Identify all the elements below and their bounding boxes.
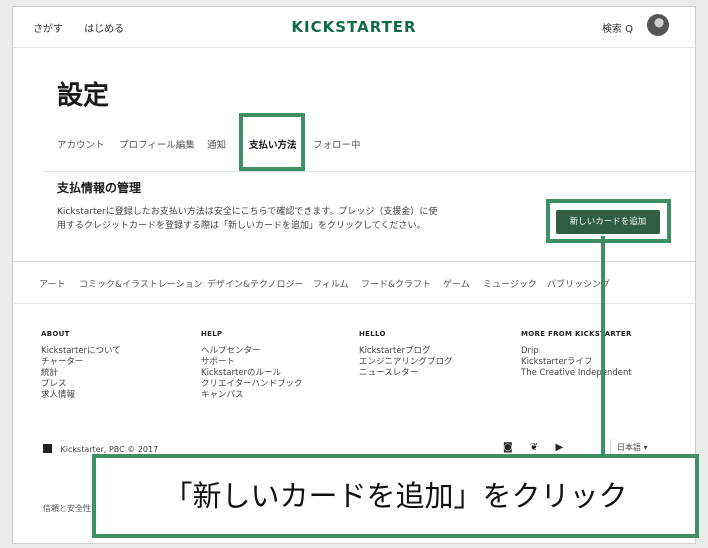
divider [13, 261, 695, 262]
category-link[interactable]: アート [39, 277, 65, 290]
footer-link[interactable]: Drip [521, 346, 632, 357]
footer-link[interactable]: ヘルプセンター [201, 346, 303, 357]
avatar[interactable] [647, 14, 669, 36]
highlight-box-tab [239, 113, 305, 171]
twitter-icon[interactable]: ❦ [530, 442, 538, 453]
footer-column-heading: HELP [201, 330, 223, 338]
footer-link[interactable]: ニュースレター [359, 368, 453, 379]
footer-column-heading: ABOUT [41, 330, 70, 338]
tab-notifications[interactable]: 通知 [207, 137, 226, 151]
instruction-callout: 「新しいカードを追加」をクリック [92, 454, 699, 538]
youtube-icon[interactable]: ▶ [555, 442, 563, 453]
category-link[interactable]: ゲーム [443, 277, 470, 290]
category-link[interactable]: ミュージック [483, 277, 537, 290]
copyright: Kickstarter, PBC © 2017 [43, 444, 158, 454]
tab-account[interactable]: アカウント [57, 137, 105, 151]
footer-link[interactable]: クリエイターハンドブック [201, 379, 303, 390]
social-links: ◙ ❦ ▶ [503, 442, 577, 453]
divider [13, 303, 695, 304]
footer-column-heading: HELLO [359, 330, 386, 338]
description-line: Kickstarterに登録したお支払い方法は安全にこちらで確認できます。プレッ… [57, 207, 438, 217]
footer-column-hello: HELLO Kickstarterブログ エンジニアリングブログ ニュースレター [359, 329, 453, 379]
tab-following[interactable]: フォロー中 [313, 137, 361, 151]
footer-link[interactable]: Kickstarterのルール [201, 368, 303, 379]
category-link[interactable]: フード&クラフト [361, 277, 431, 290]
footer-link[interactable]: チャーター [41, 357, 121, 368]
footer-link[interactable]: Kickstarterライフ [521, 357, 632, 368]
footer-column-help: HELP ヘルプセンター サポート Kickstarterのルール クリエイター… [201, 329, 303, 401]
footer-link[interactable]: Kickstarterについて [41, 346, 121, 357]
page-title: 設定 [57, 81, 110, 111]
footer-column-heading: MORE FROM KICKSTARTER [521, 330, 632, 338]
footer-link[interactable]: プレス [41, 379, 121, 390]
footer-link[interactable]: キャンパス [201, 390, 303, 401]
search-button[interactable]: 検索 Q [602, 20, 633, 35]
kickstarter-logo[interactable]: KICKSTARTER [13, 18, 695, 36]
footer-column-more: MORE FROM KICKSTARTER Drip Kickstarterライ… [521, 329, 632, 379]
footer-link[interactable]: 統計 [41, 368, 121, 379]
copyright-text: Kickstarter, PBC © 2017 [60, 445, 159, 454]
tab-edit-profile[interactable]: プロフィール編集 [119, 137, 195, 151]
trust-safety-link[interactable]: 信頼と安全性 [43, 503, 91, 514]
footer-link[interactable]: サポート [201, 357, 303, 368]
footer-column-about: ABOUT Kickstarterについて チャーター 統計 プレス 求人情報 [41, 329, 121, 401]
kickstarter-k-icon [43, 444, 52, 453]
payment-description: Kickstarterに登録したお支払い方法は安全にこちらで確認できます。プレッ… [57, 205, 457, 233]
description-line: 用するクレジットカードを登録する際は「新しいカードを追加」をクリックしてください… [57, 221, 426, 231]
highlight-box-button [546, 199, 671, 243]
footer-link[interactable]: Kickstarterブログ [359, 346, 453, 357]
divider [43, 171, 695, 172]
section-heading: 支払情報の管理 [57, 181, 142, 195]
footer-link[interactable]: 求人情報 [41, 390, 121, 401]
category-link[interactable]: コミック&イラストレーション [79, 277, 203, 290]
category-link[interactable]: デザイン&テクノロジー [207, 277, 303, 290]
callout-connector-line [601, 236, 605, 454]
footer-link[interactable]: The Creative Independent [521, 368, 632, 379]
instagram-icon[interactable]: ◙ [503, 442, 513, 453]
footer-link[interactable]: エンジニアリングブログ [359, 357, 453, 368]
category-link[interactable]: フィルム [313, 277, 349, 290]
top-nav-bar: さがす はじめる KICKSTARTER 検索 Q [13, 7, 695, 48]
